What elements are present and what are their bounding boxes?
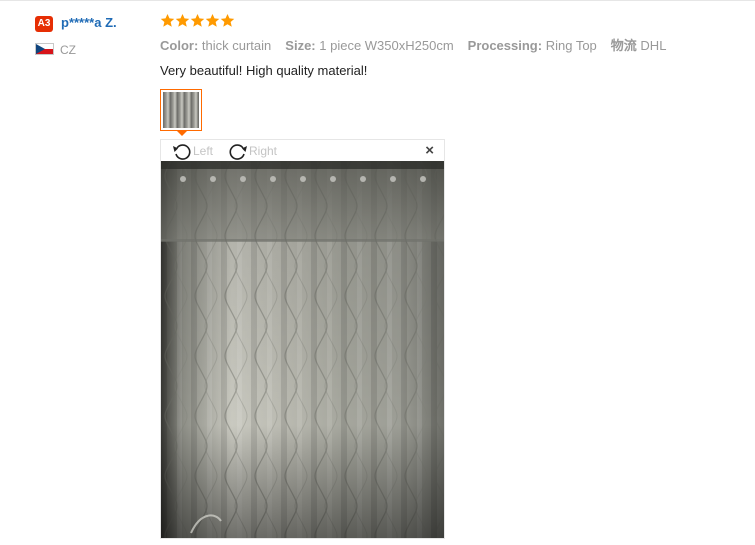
rotate-left-label: Left — [193, 144, 214, 158]
reviewer-name: p*****a Z. — [61, 15, 117, 30]
star-icon — [205, 13, 220, 27]
viewer-toolbar: Left Right × — [161, 140, 444, 161]
order-attributes: Color: thick curtain Size: 1 piece W350x… — [160, 37, 680, 55]
review-text: Very beautiful! High quality material! — [160, 63, 368, 78]
attribute-processing: Processing: Ring Top — [468, 37, 597, 55]
rotate-right-icon — [229, 144, 247, 160]
rotate-left-button[interactable]: Left — [172, 142, 213, 160]
attribute-value: DHL — [640, 38, 667, 53]
star-icon — [160, 13, 175, 27]
top-divider — [0, 0, 755, 1]
attribute-size: Size: 1 piece W350xH250cm — [285, 37, 453, 55]
curtain-photo — [161, 161, 444, 538]
attribute-key: 物流 — [610, 38, 637, 53]
attribute-key: Size: — [285, 38, 316, 53]
attribute-key: Processing: — [467, 38, 543, 53]
attribute-key: Color: — [160, 38, 199, 53]
star-rating — [160, 13, 235, 28]
star-icon — [220, 13, 235, 27]
rotate-right-label: Right — [249, 144, 278, 158]
attribute-shipping: 物流 DHL — [611, 37, 667, 55]
country-flag-icon — [35, 43, 54, 55]
attribute-value: Ring Top — [545, 38, 597, 53]
buyer-level-badge: A3 — [35, 16, 53, 32]
rotate-left-icon — [173, 144, 191, 160]
close-viewer-button[interactable]: × — [425, 143, 434, 159]
star-icon — [175, 13, 190, 27]
star-icon — [190, 13, 205, 27]
rotate-right-button[interactable]: Right — [228, 142, 277, 160]
review-photo-large — [161, 161, 444, 538]
attribute-value: thick curtain — [201, 38, 272, 53]
attribute-value: 1 piece W350xH250cm — [319, 38, 454, 53]
thumbnail-active-caret — [176, 130, 188, 136]
reviewer-country: CZ — [60, 43, 76, 57]
photo-viewer: Left Right × — [160, 139, 445, 539]
thumbnail-image — [163, 92, 199, 128]
attribute-color: Color: thick curtain — [160, 37, 271, 55]
review-photo-thumbnail[interactable] — [160, 89, 202, 131]
